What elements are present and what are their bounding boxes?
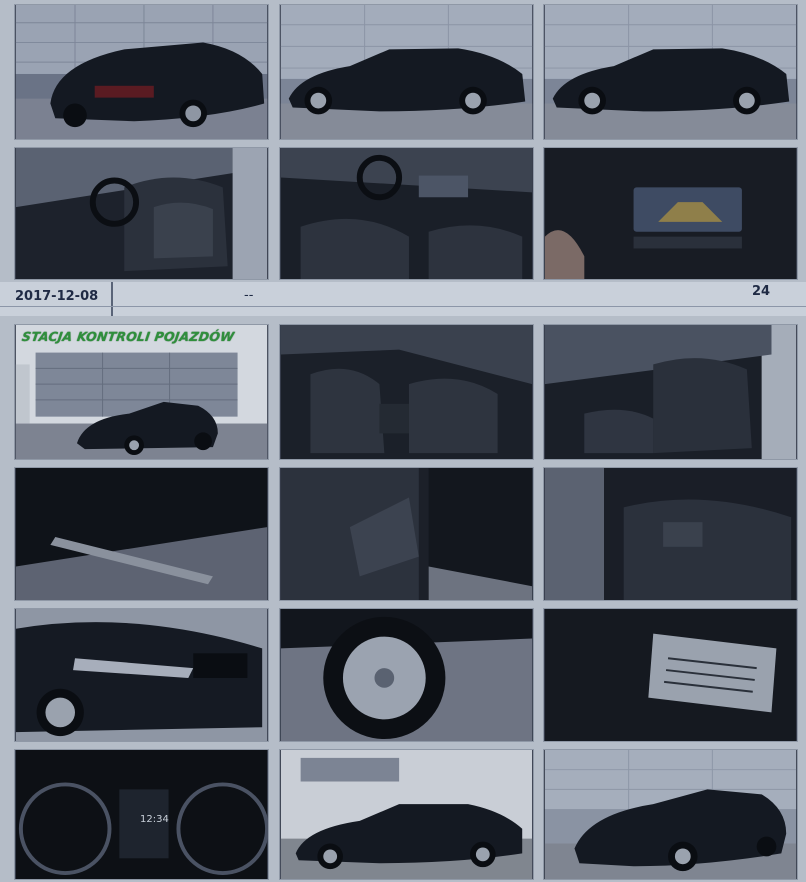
door-panel-image	[280, 468, 533, 600]
photo-front-headlight[interactable]	[14, 608, 269, 742]
photo-car-side-left-2[interactable]	[543, 4, 798, 140]
listing-placeholder: --	[244, 288, 254, 303]
photo-instrument-cluster[interactable]: 12:34	[14, 749, 269, 880]
photo-door-panel[interactable]	[279, 467, 534, 601]
driver-seat-image	[544, 325, 797, 459]
photo-dashboard-interior[interactable]	[279, 147, 534, 280]
front-seats-image	[15, 148, 268, 279]
car-side-street-image	[280, 750, 533, 879]
photo-front-seats-console[interactable]	[279, 324, 534, 460]
photo-car-rear-left[interactable]	[14, 4, 269, 140]
photo-infotainment-screen[interactable]	[543, 147, 798, 280]
listing-page: 2017-12-08 -- 24 STACJA KONTROLI POJAZDÓ…	[0, 0, 806, 882]
car-side-image	[280, 5, 533, 139]
rear-seats-image	[544, 468, 797, 600]
photo-car-side-left[interactable]	[279, 4, 534, 140]
front-seats-console-image	[280, 325, 533, 459]
photo-wheel-tire[interactable]	[279, 608, 534, 742]
photo-count: 24	[752, 284, 771, 299]
photo-vin-sticker[interactable]	[543, 608, 798, 742]
dashboard-image	[280, 148, 533, 279]
photo-car-at-inspection-station[interactable]	[14, 324, 269, 460]
listing-meta-bar	[0, 282, 806, 316]
listing-date: 2017-12-08	[15, 289, 99, 304]
inspection-station-sign: STACJA KONTROLI POJAZDÓW	[20, 329, 236, 344]
front-headlight-image	[15, 609, 268, 741]
meta-divider-vertical	[111, 282, 113, 316]
photo-rear-seats[interactable]	[543, 467, 798, 601]
photo-front-seats-door-open[interactable]	[14, 147, 269, 280]
car-rear-image	[15, 5, 268, 139]
photo-driver-seat[interactable]	[543, 324, 798, 460]
photo-door-sill[interactable]	[14, 467, 269, 601]
photo-car-side-street[interactable]	[279, 749, 534, 880]
meta-divider-horizontal	[0, 306, 806, 307]
vin-sticker-image	[544, 609, 797, 741]
car-side-image-2	[544, 5, 797, 139]
car-front-right-image	[544, 750, 797, 879]
door-sill-image	[15, 468, 268, 600]
dashboard-clock: 12:34	[140, 814, 169, 825]
inspection-station-image	[15, 325, 268, 459]
photo-car-front-right[interactable]	[543, 749, 798, 880]
wheel-tire-image	[280, 609, 533, 741]
infotainment-image	[544, 148, 797, 279]
